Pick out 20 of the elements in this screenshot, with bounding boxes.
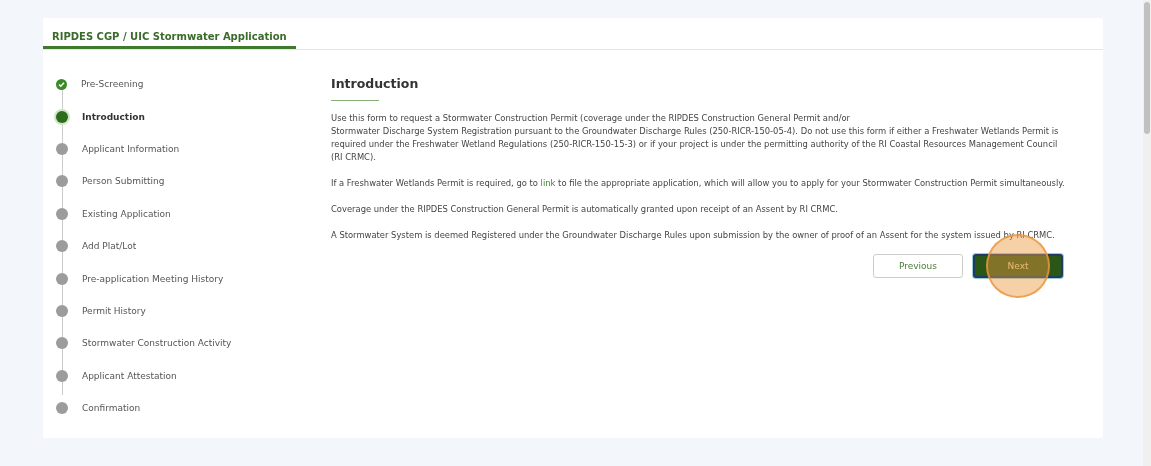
- step-label[interactable]: Permit History: [82, 305, 146, 316]
- scrollbar-thumb[interactable]: [1144, 2, 1150, 134]
- step-label[interactable]: Stormwater Construction Activity: [82, 338, 232, 349]
- section-heading: Introduction: [331, 76, 420, 91]
- step-label[interactable]: Add Plat/Lot: [82, 241, 137, 252]
- paragraph: A Stormwater System is deemed Registered under the Groundwater Discharge Rules upon submission by the owner of proof of an Assent for the system issued by RI CRMC.: [331, 229, 1056, 242]
- step-label[interactable]: Pre-application Meeting History: [82, 273, 224, 284]
- paragraph: Coverage under the RIPDES Construction General Permit is automatically granted upon receipt of an Assent by RI CRMC.: [331, 203, 839, 216]
- form-tab[interactable]: RIPDES CGP / UIC Stormwater Application: [43, 18, 296, 49]
- step-label[interactable]: Applicant Information: [82, 143, 180, 154]
- step-label[interactable]: Confirmation: [82, 403, 141, 414]
- step-label[interactable]: Pre-Screening: [81, 79, 144, 90]
- paragraph: Use this form to request a Stormwater Construction Permit (coverage under the RIPDES Construction General Permit and/or Stormwater Discharge System Registration pursuant to the Groundwater Discharge Rules (250-RICR-150-05-4). Do not use this form if either a Freshwater Wetlands Permit is required under the Freshwater Wetland Regulations (250-RICR-150-15-3) or if your project is under the permitting authority of the RI Coastal Resources Management Council (RI CRMC).: [331, 112, 1060, 164]
- step-label[interactable]: Person Submitting: [82, 176, 165, 187]
- paragraph: If a Freshwater Wetlands Permit is required, go to link to file the appropriate application, which will allow you to apply for your Stormwater Construction Permit simultaneously.: [331, 177, 1066, 190]
- step-label[interactable]: Existing Application: [82, 208, 171, 219]
- link[interactable]: link: [540, 178, 556, 188]
- step-label[interactable]: Introduction: [82, 111, 145, 122]
- previous-button[interactable]: Previous: [873, 254, 963, 278]
- step-label[interactable]: Applicant Attestation: [82, 370, 177, 381]
